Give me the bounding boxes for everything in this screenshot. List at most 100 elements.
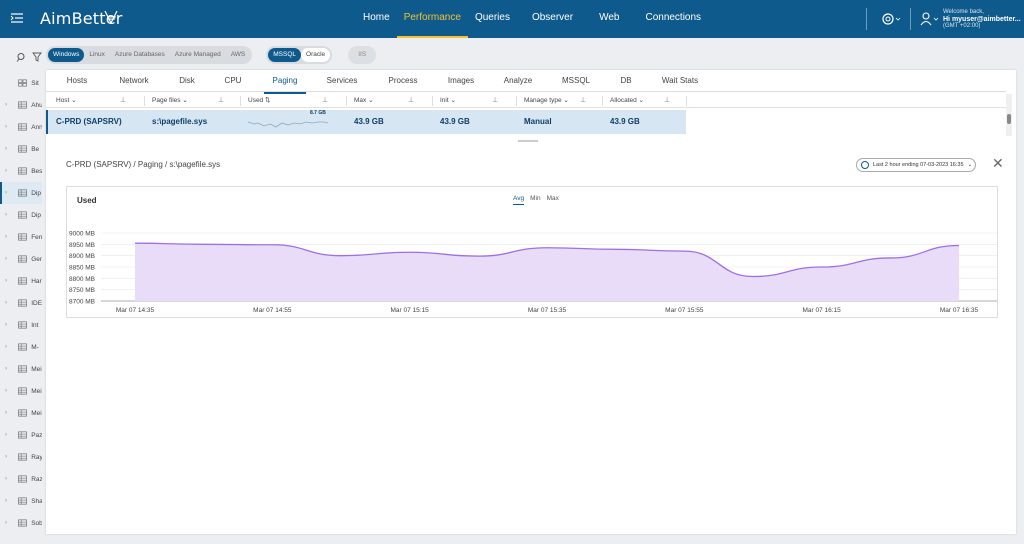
tab-paging[interactable]: Paging	[264, 70, 306, 94]
chevron-right-icon[interactable]: ›	[5, 168, 12, 174]
chevron-right-icon[interactable]: ›	[5, 410, 12, 416]
nav-performance[interactable]: Performance	[396, 0, 468, 38]
sidebar-item[interactable]: › Dip	[0, 182, 42, 204]
chevron-right-icon[interactable]: ›	[5, 146, 12, 152]
agg-avg[interactable]: Avg	[513, 194, 525, 205]
sidebar-item[interactable]: › M-	[0, 336, 42, 358]
tab-network[interactable]: Network	[114, 70, 154, 92]
sidebar-item[interactable]: › Dip	[0, 204, 42, 226]
agg-max[interactable]: Max	[547, 194, 559, 205]
pin-icon[interactable]: ⊥	[218, 94, 224, 108]
sidebar-item[interactable]: › Ray	[0, 446, 42, 468]
sidebar-item[interactable]: › IDE	[0, 292, 42, 314]
chevron-right-icon[interactable]: ›	[5, 498, 12, 504]
tab-wait-stats[interactable]: Wait Stats	[658, 70, 702, 92]
chevron-right-icon[interactable]: ›	[5, 278, 12, 284]
sidebar-item[interactable]: › Bes	[0, 160, 42, 182]
sidebar-item[interactable]: › Int	[0, 314, 42, 336]
sidebar-item[interactable]: › Mei	[0, 402, 42, 424]
scroll-thumb[interactable]	[1007, 114, 1011, 124]
table-scrollbar[interactable]	[1006, 94, 1012, 136]
chevron-right-icon[interactable]: ›	[5, 322, 12, 328]
tab-services[interactable]: Services	[322, 70, 362, 92]
tab-db[interactable]: DB	[614, 70, 638, 92]
chevron-right-icon[interactable]: ›	[5, 366, 12, 372]
col-host[interactable]: Host ⌄	[56, 94, 77, 108]
nav-web[interactable]: Web	[592, 0, 626, 38]
col-page-files[interactable]: Page files ⌄	[152, 94, 188, 108]
filter-icon[interactable]	[32, 52, 42, 62]
nav-connections[interactable]: Connections	[638, 0, 708, 38]
filter-aws[interactable]: AWS	[226, 48, 251, 62]
pin-icon[interactable]: ⊥	[322, 94, 328, 108]
sidebar-item[interactable]: › Fen	[0, 226, 42, 248]
search-icon[interactable]	[16, 52, 26, 62]
tab-cpu[interactable]: CPU	[220, 70, 246, 92]
filter-azure-databases[interactable]: Azure Databases	[110, 48, 170, 62]
filter-oracle[interactable]: Oracle	[301, 48, 331, 62]
table-row[interactable]: C-PRD (SAPSRV) s:\pagefile.sys 43.9 GB 4…	[46, 110, 686, 134]
chevron-right-icon[interactable]: ›	[5, 212, 12, 218]
brand-logo-icon	[104, 10, 118, 24]
col-manage-type[interactable]: Manage type ⌄	[524, 94, 569, 108]
pin-icon[interactable]: ⊥	[580, 94, 586, 108]
col-allocated[interactable]: Allocated ⌄	[610, 94, 644, 108]
sidebar-item[interactable]: › Har	[0, 270, 42, 292]
server-table-icon	[18, 299, 28, 307]
tab-images[interactable]: Images	[444, 70, 478, 92]
settings-gear-icon[interactable]	[882, 12, 902, 26]
pin-icon[interactable]: ⊥	[408, 94, 414, 108]
chevron-right-icon[interactable]: ›	[5, 432, 12, 438]
sidebar-item[interactable]: › Gen	[0, 248, 42, 270]
sidebar-item[interactable]: › Ahu	[0, 94, 42, 116]
sidebar-item[interactable]: › Mei	[0, 358, 42, 380]
tab-disk[interactable]: Disk	[174, 70, 200, 92]
chevron-right-icon[interactable]: ›	[5, 256, 12, 262]
sidebar-item[interactable]: › Raz	[0, 468, 42, 490]
filter-iis[interactable]: IIS	[350, 48, 374, 62]
sidebar-item[interactable]: › Sob	[0, 512, 42, 534]
tab-process[interactable]: Process	[384, 70, 422, 92]
time-range-selector[interactable]: Last 2 hour ending 07-03-2023 16:35 ⌄	[856, 158, 976, 172]
sidebar-item[interactable]: › Sha	[0, 490, 42, 512]
split-handle[interactable]	[518, 140, 538, 142]
col-used[interactable]: Used ⇅	[248, 94, 270, 108]
sidebar-item[interactable]: › Mei	[0, 380, 42, 402]
chevron-right-icon[interactable]: ›	[5, 520, 12, 526]
chevron-right-icon[interactable]: ›	[5, 454, 12, 460]
chevron-right-icon[interactable]: ›	[5, 234, 12, 240]
filter-mssql[interactable]: MSSQL	[268, 48, 302, 62]
nav-observer[interactable]: Observer	[525, 0, 580, 38]
pin-icon[interactable]: ⊥	[664, 94, 670, 108]
chevron-right-icon[interactable]: ›	[5, 102, 12, 108]
col-max[interactable]: Max ⌄	[354, 94, 374, 108]
tab-analyze[interactable]: Analyze	[500, 70, 536, 92]
chevron-right-icon[interactable]: ›	[5, 476, 12, 482]
chevron-right-icon[interactable]: ›	[5, 190, 12, 196]
sidebar-item-label: IDE	[31, 299, 42, 307]
server-table-icon	[18, 365, 28, 373]
sidebar-item[interactable]: Sit	[0, 72, 42, 94]
filter-windows[interactable]: Windows	[48, 48, 85, 62]
close-icon[interactable]: ✕	[992, 156, 1004, 170]
pin-icon[interactable]: ⊥	[492, 94, 498, 108]
menu-toggle-icon[interactable]	[10, 11, 24, 25]
tab-hosts[interactable]: Hosts	[60, 70, 94, 92]
sidebar-item[interactable]: › Ann	[0, 116, 42, 138]
filter-linux[interactable]: Linux	[84, 48, 110, 62]
pin-icon[interactable]: ⊥	[120, 94, 126, 108]
sidebar-item[interactable]: › Be	[0, 138, 42, 160]
agg-min[interactable]: Min	[530, 194, 540, 205]
user-greeting[interactable]: Welcome back, Hi myuser@aimbetter... (GM…	[943, 9, 1021, 30]
chevron-right-icon[interactable]: ›	[5, 124, 12, 130]
col-init[interactable]: Init ⌄	[440, 94, 456, 108]
chevron-right-icon[interactable]: ›	[5, 344, 12, 350]
filter-azure-managed[interactable]: Azure Managed	[170, 48, 226, 62]
chevron-right-icon[interactable]: ›	[5, 388, 12, 394]
sidebar-item[interactable]: › Paz	[0, 424, 42, 446]
nav-home[interactable]: Home	[356, 0, 397, 38]
chevron-right-icon[interactable]: ›	[5, 300, 12, 306]
tab-mssql[interactable]: MSSQL	[558, 70, 594, 92]
user-avatar-icon[interactable]	[920, 12, 940, 26]
nav-queries[interactable]: Queries	[468, 0, 517, 38]
